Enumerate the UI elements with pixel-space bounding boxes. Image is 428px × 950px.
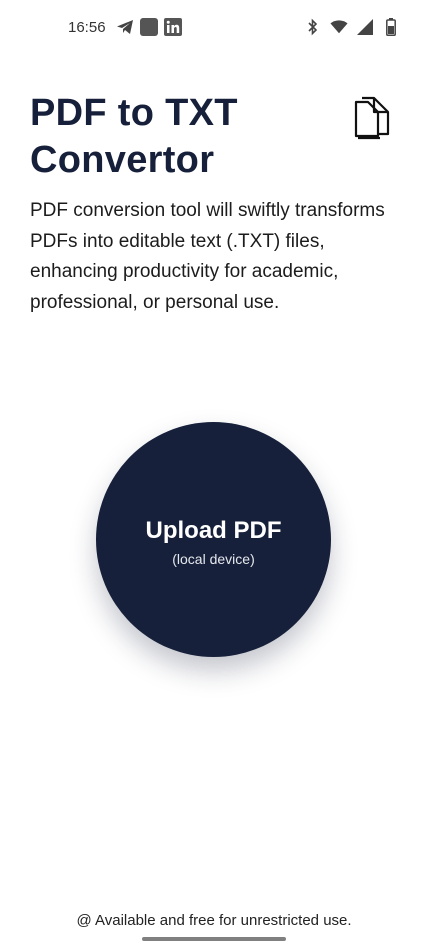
telegram-icon xyxy=(116,18,134,36)
battery-icon xyxy=(382,18,400,36)
bluetooth-icon xyxy=(304,18,322,36)
gesture-nav-handle[interactable] xyxy=(142,937,286,941)
upload-source-label: (local device) xyxy=(172,550,255,567)
wifi-icon xyxy=(330,18,348,36)
linkedin-icon xyxy=(164,18,182,36)
footer-text: @ Available and free for unrestricted us… xyxy=(76,912,352,929)
status-time: 16:56 xyxy=(68,19,106,36)
notification-icons xyxy=(116,18,182,36)
status-bar: 16:56 xyxy=(0,0,428,58)
documents-icon xyxy=(352,96,394,140)
app-square-icon xyxy=(140,18,158,36)
signal-icon xyxy=(356,18,374,36)
upload-pdf-button[interactable]: Upload PDF (local device) xyxy=(96,422,331,657)
page-title: PDF to TXT Convertor xyxy=(30,92,238,181)
system-icons xyxy=(304,18,400,36)
upload-pdf-label: Upload PDF xyxy=(145,516,282,544)
description-text: PDF conversion tool will swiftly transfo… xyxy=(30,200,385,313)
